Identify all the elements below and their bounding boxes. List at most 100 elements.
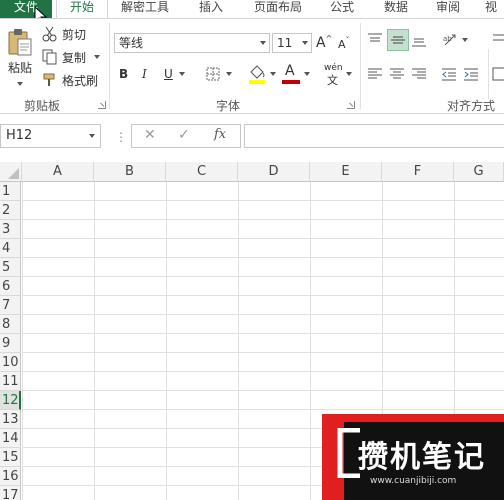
name-box[interactable]: H12 <box>0 124 101 148</box>
orientation-dropdown-icon[interactable] <box>462 38 468 42</box>
borders-dropdown-icon[interactable] <box>226 72 232 76</box>
row-header[interactable]: 2 <box>0 201 21 220</box>
grow-font-icon: A <box>316 35 326 51</box>
align-center-icon <box>390 68 404 79</box>
name-box-value: H12 <box>6 128 33 143</box>
down-caret-icon: ˇ <box>345 35 350 45</box>
underline-dropdown-icon[interactable] <box>178 72 185 76</box>
font-color-dropdown-icon[interactable] <box>304 72 310 76</box>
row-header[interactable]: 13 <box>0 410 21 429</box>
align-middle-button[interactable] <box>387 29 409 51</box>
column-header-d[interactable]: D <box>238 162 310 182</box>
align-left-button[interactable] <box>367 65 385 83</box>
row-header-selected[interactable]: 12 <box>0 391 21 410</box>
align-middle-icon <box>391 36 405 44</box>
paste-label: 粘贴 <box>7 61 32 75</box>
underline-button[interactable]: U <box>164 65 185 83</box>
row-header[interactable]: 3 <box>0 220 21 239</box>
tab-data[interactable]: 数据 <box>370 0 422 18</box>
tab-formulas[interactable]: 公式 <box>316 0 368 18</box>
format-painter-icon <box>43 73 55 86</box>
font-dialog-launcher-icon[interactable] <box>347 101 355 109</box>
bold-button[interactable]: B <box>119 65 133 83</box>
column-header-c[interactable]: C <box>166 162 238 182</box>
underline-label: U <box>164 67 173 81</box>
alignment-group-label: 对齐方式 <box>447 99 496 113</box>
row-header[interactable]: 16 <box>0 467 21 486</box>
decrease-indent-button[interactable] <box>441 65 459 83</box>
tab-insert[interactable]: 插入 <box>184 0 238 18</box>
chevron-down-icon <box>89 134 95 138</box>
phonetic-guide-button[interactable]: wén 文 <box>324 63 352 87</box>
watermark-title: 攒机笔记 <box>358 440 486 475</box>
increase-indent-icon <box>464 68 478 81</box>
column-header-a[interactable]: A <box>22 162 94 182</box>
align-center-button[interactable] <box>389 65 407 83</box>
tab-page-layout[interactable]: 页面布局 <box>242 0 314 18</box>
decrease-font-size-button[interactable]: Aˇ <box>338 35 354 53</box>
font-name-select[interactable]: 等线 <box>114 33 270 53</box>
insert-function-icon[interactable]: fx <box>214 127 226 142</box>
decrease-indent-icon <box>442 68 456 81</box>
phonetic-dropdown-icon[interactable] <box>346 72 352 76</box>
font-color-button[interactable]: A <box>282 63 310 85</box>
cancel-icon[interactable]: ✕ <box>144 127 156 143</box>
column-header-b[interactable]: B <box>94 162 166 182</box>
copy-label: 复制 <box>62 50 87 65</box>
copy-icon <box>42 49 57 65</box>
enter-icon[interactable]: ✓ <box>178 127 190 143</box>
row-header[interactable]: 5 <box>0 258 21 277</box>
copy-button[interactable]: 复制 <box>42 48 101 66</box>
wrap-text-button[interactable] <box>492 31 504 49</box>
column-header-f[interactable]: F <box>382 162 454 182</box>
ribbon-tab-bar: 文件 开始 解密工具 插入 页面布局 公式 数据 审阅 视 <box>0 0 504 26</box>
fill-color-dropdown-icon[interactable] <box>270 72 276 76</box>
drag-handle-icon[interactable]: ⋮ <box>115 130 127 144</box>
paste-button[interactable]: 粘贴 <box>4 27 36 97</box>
copy-dropdown-icon[interactable] <box>94 55 101 59</box>
tab-decrypt-tools[interactable]: 解密工具 <box>112 0 178 18</box>
italic-label: I <box>142 67 147 81</box>
font-group-label: 字体 <box>216 99 241 113</box>
row-header[interactable]: 4 <box>0 239 21 258</box>
select-all-corner[interactable] <box>0 162 22 182</box>
align-right-button[interactable] <box>411 65 429 83</box>
clipboard-dialog-launcher-icon[interactable] <box>98 101 106 109</box>
wrap-text-icon <box>493 34 504 41</box>
paste-dropdown-icon[interactable] <box>17 82 23 86</box>
align-right-icon <box>412 68 426 79</box>
tab-home[interactable]: 开始 <box>56 0 108 18</box>
column-header-e[interactable]: E <box>310 162 382 182</box>
format-painter-button[interactable]: 格式刷 <box>42 71 98 89</box>
font-size-value: 11 <box>277 36 293 50</box>
orientation-button[interactable]: ab <box>442 31 468 49</box>
bold-label: B <box>119 67 129 81</box>
paste-icon <box>8 29 32 56</box>
svg-text:ab: ab <box>443 35 452 43</box>
align-top-button[interactable] <box>367 31 385 49</box>
row-header[interactable]: 10 <box>0 353 21 372</box>
italic-button[interactable]: I <box>142 65 156 83</box>
increase-font-size-button[interactable]: A ^ <box>316 33 334 53</box>
tab-view[interactable]: 视 <box>478 0 504 18</box>
row-header[interactable]: 1 <box>0 182 21 201</box>
borders-button[interactable] <box>206 65 232 83</box>
align-bottom-button[interactable] <box>411 31 429 49</box>
row-header[interactable]: 11 <box>0 372 21 391</box>
cut-button[interactable]: 剪切 <box>42 25 86 43</box>
row-header[interactable]: 6 <box>0 277 21 296</box>
fill-color-button[interactable] <box>248 63 276 85</box>
merge-center-button[interactable] <box>492 65 504 83</box>
row-header[interactable]: 14 <box>0 429 21 448</box>
watermark-url: www.cuanjibiji.com <box>370 476 457 486</box>
row-header[interactable]: 15 <box>0 448 21 467</box>
tab-review[interactable]: 审阅 <box>423 0 473 18</box>
column-header-g[interactable]: G <box>454 162 504 182</box>
row-header[interactable]: 8 <box>0 315 21 334</box>
font-size-select[interactable]: 11 <box>272 33 312 53</box>
row-header[interactable]: 9 <box>0 334 21 353</box>
increase-indent-button[interactable] <box>463 65 481 83</box>
row-header[interactable]: 7 <box>0 296 21 315</box>
formula-input[interactable] <box>244 124 504 148</box>
row-header[interactable]: 17 <box>0 486 21 500</box>
